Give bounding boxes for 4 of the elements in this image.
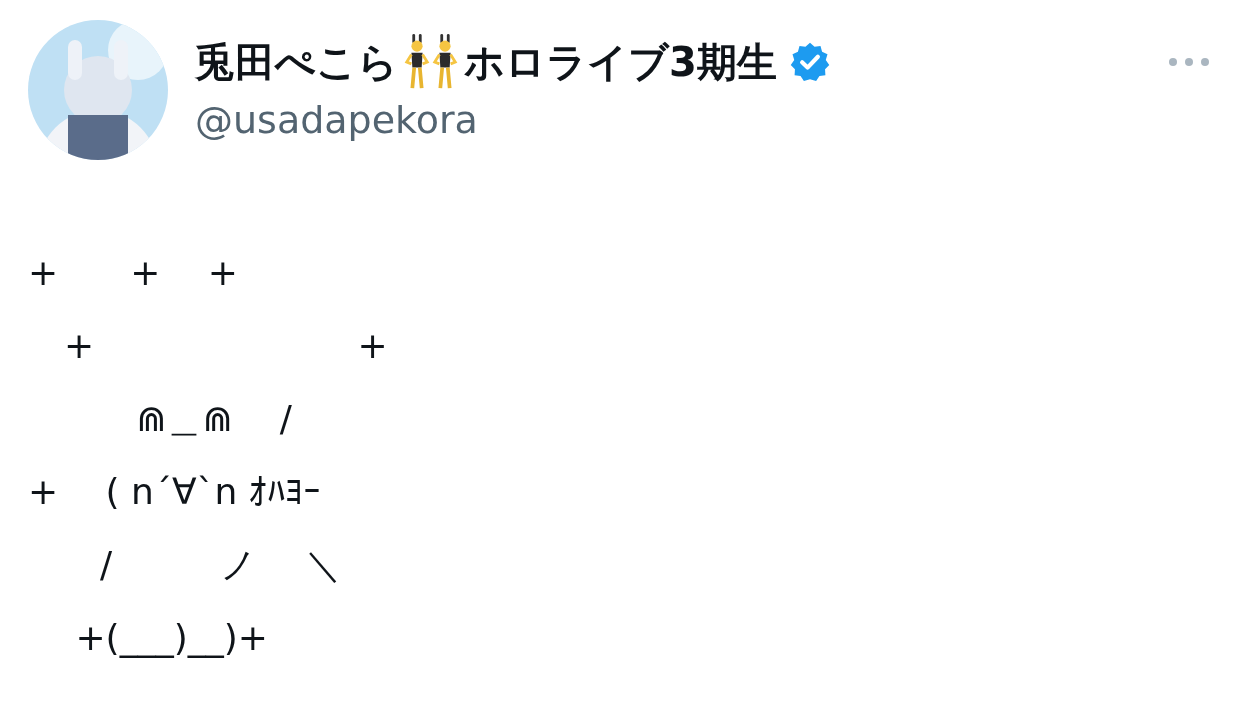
ascii-art-text: + + + + + ⋒＿⋒ / + ( n´∀`n ｵﾊﾖｰ / ノ ＼ +(___)__)+ [28, 251, 388, 660]
display-name[interactable]: 兎田ぺこら [195, 34, 398, 90]
user-handle[interactable]: @usadapekora [195, 92, 1168, 148]
display-name[interactable]: ホロライブ3期生 [464, 34, 777, 90]
